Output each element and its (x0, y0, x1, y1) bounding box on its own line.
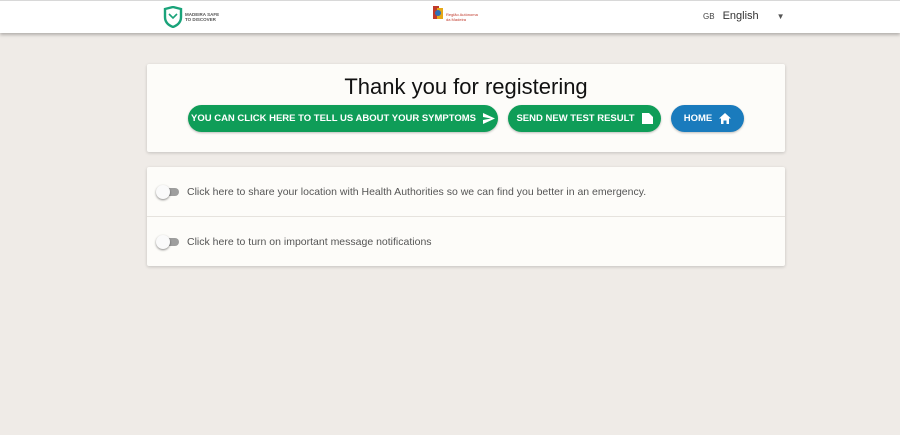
government-crest-icon (433, 6, 443, 19)
toggle-thumb (156, 234, 170, 249)
settings-card: Click here to share your location with H… (147, 167, 785, 266)
madeira-logo[interactable]: MADEIRA SAFE TO DISCOVER (163, 5, 225, 29)
language-selector[interactable]: GB English ▼ (703, 10, 785, 22)
send-icon (483, 113, 496, 124)
logo-text: MADEIRA SAFE TO DISCOVER (185, 12, 220, 22)
location-sharing-row: Click here to share your location with H… (147, 167, 785, 216)
send-test-result-label: SEND NEW TEST RESULT (516, 113, 635, 124)
notifications-toggle-label[interactable]: Click here to turn on important message … (187, 236, 432, 248)
location-toggle-label[interactable]: Click here to share your location with H… (187, 186, 646, 198)
symptoms-button[interactable]: YOU CAN CLICK HERE TO TELL US ABOUT YOUR… (188, 105, 498, 132)
home-button[interactable]: HOME (671, 105, 744, 132)
page-title: Thank you for registering (344, 74, 588, 99)
chevron-down-icon: ▼ (776, 11, 785, 21)
notifications-toggle[interactable] (156, 234, 180, 249)
notifications-row: Click here to turn on important message … (147, 217, 785, 266)
language-label: English (722, 10, 759, 22)
send-test-result-button[interactable]: SEND NEW TEST RESULT (508, 105, 661, 132)
home-icon (719, 113, 732, 124)
shield-logo-icon (163, 6, 183, 28)
file-icon (641, 113, 653, 124)
home-button-label: HOME (683, 113, 713, 124)
location-toggle[interactable] (156, 184, 180, 199)
registration-card: Thank you for registering YOU CAN CLICK … (147, 64, 785, 152)
government-logo: Região Autónoma da Madeira (432, 5, 482, 31)
symptoms-button-label: YOU CAN CLICK HERE TO TELL US ABOUT YOUR… (190, 113, 477, 124)
toggle-thumb (156, 184, 170, 199)
top-navbar: MADEIRA SAFE TO DISCOVER Região Autónoma… (0, 0, 900, 33)
government-logo-text: Região Autónoma da Madeira (446, 12, 478, 22)
language-flag: GB (703, 11, 715, 21)
